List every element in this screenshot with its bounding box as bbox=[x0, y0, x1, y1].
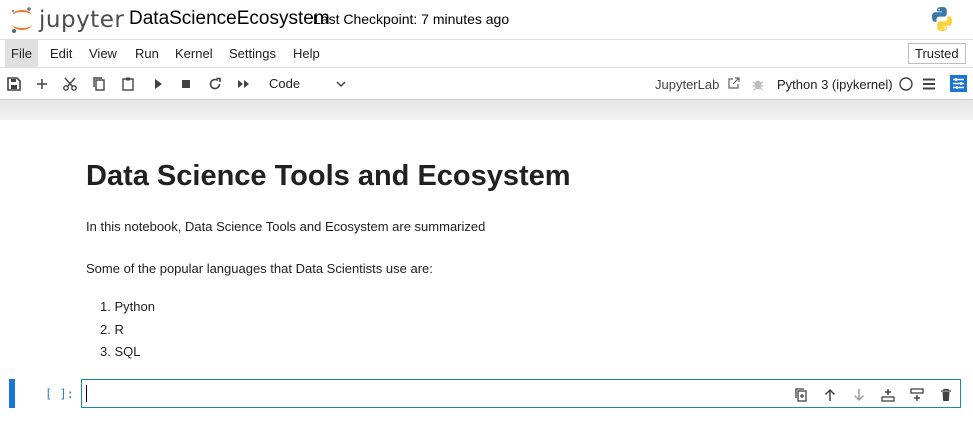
python-logo-icon bbox=[932, 7, 952, 31]
kernel-status-icon bbox=[898, 76, 914, 92]
insert-above-icon[interactable] bbox=[880, 387, 896, 403]
run-icon[interactable] bbox=[150, 76, 166, 92]
trusted-indicator[interactable]: Trusted bbox=[908, 43, 966, 64]
move-down-icon[interactable] bbox=[851, 387, 867, 403]
checkpoint-status: Last Checkpoint: 7 minutes ago bbox=[313, 11, 510, 27]
menu-run[interactable]: Run bbox=[129, 40, 165, 67]
jupyterlab-label: JupyterLab bbox=[655, 77, 720, 92]
paste-icon[interactable] bbox=[120, 76, 136, 92]
notebook-top-shadow bbox=[0, 100, 973, 120]
list-item: 2. R bbox=[100, 321, 124, 337]
restart-icon[interactable] bbox=[207, 76, 223, 92]
active-cell-indicator[interactable] bbox=[9, 379, 15, 408]
external-link-icon bbox=[728, 77, 740, 89]
menu-bar: File Edit View Run Kernel Settings Help … bbox=[0, 40, 973, 68]
top-header: jupyter DataScienceEcosystem Last Checkp… bbox=[0, 0, 973, 40]
move-up-icon[interactable] bbox=[822, 387, 838, 403]
jupyter-logo-icon bbox=[11, 7, 32, 33]
code-cell-editor[interactable] bbox=[81, 379, 961, 408]
debugger-bug-icon[interactable] bbox=[750, 76, 766, 92]
stop-icon[interactable] bbox=[178, 76, 194, 92]
insert-below-icon[interactable] bbox=[909, 387, 925, 403]
cut-icon[interactable] bbox=[62, 76, 78, 92]
markdown-intro: In this notebook, Data Science Tools and… bbox=[86, 219, 486, 234]
markdown-heading: Data Science Tools and Ecosystem bbox=[86, 160, 571, 192]
open-jupyterlab-link[interactable]: JupyterLab bbox=[655, 77, 740, 92]
menu-edit[interactable]: Edit bbox=[44, 40, 78, 67]
add-cell-icon[interactable] bbox=[34, 76, 50, 92]
copy-icon[interactable] bbox=[91, 76, 107, 92]
duplicate-cell-icon[interactable] bbox=[793, 387, 809, 403]
kernel-name[interactable]: Python 3 (ipykernel) bbox=[777, 77, 893, 92]
save-icon[interactable] bbox=[6, 76, 22, 92]
menu-list-icon[interactable] bbox=[921, 76, 937, 92]
notebook-toolbar: Code JupyterLab Python 3 (ipykernel) bbox=[0, 68, 973, 100]
jupyter-logo[interactable]: jupyter bbox=[9, 6, 124, 34]
notebook-title[interactable]: DataScienceEcosystem bbox=[129, 8, 330, 30]
logo-text: jupyter bbox=[39, 7, 125, 33]
text-cursor bbox=[86, 385, 87, 402]
notebook-panel: Data Science Tools and Ecosystem In this… bbox=[0, 120, 973, 432]
chevron-down-icon bbox=[336, 81, 346, 88]
menu-file[interactable]: File bbox=[5, 40, 38, 67]
list-item: 3. SQL bbox=[100, 344, 141, 359]
menu-view[interactable]: View bbox=[83, 40, 123, 67]
menu-kernel[interactable]: Kernel bbox=[169, 40, 219, 67]
list-item: 1. Python bbox=[100, 299, 155, 314]
delete-cell-icon[interactable] bbox=[938, 387, 954, 403]
menu-settings[interactable]: Settings bbox=[223, 40, 282, 67]
cell-type-value: Code bbox=[269, 76, 301, 91]
property-inspector-icon[interactable] bbox=[950, 75, 967, 92]
languages-list: 1. Python 2. R 3. SQL bbox=[100, 296, 155, 364]
menu-help[interactable]: Help bbox=[287, 40, 326, 67]
cell-type-select[interactable]: Code bbox=[262, 74, 350, 94]
markdown-languages-intro: Some of the popular languages that Data … bbox=[86, 261, 433, 276]
code-cell-prompt: [ ]: bbox=[45, 387, 74, 401]
fast-forward-icon[interactable] bbox=[236, 76, 252, 92]
